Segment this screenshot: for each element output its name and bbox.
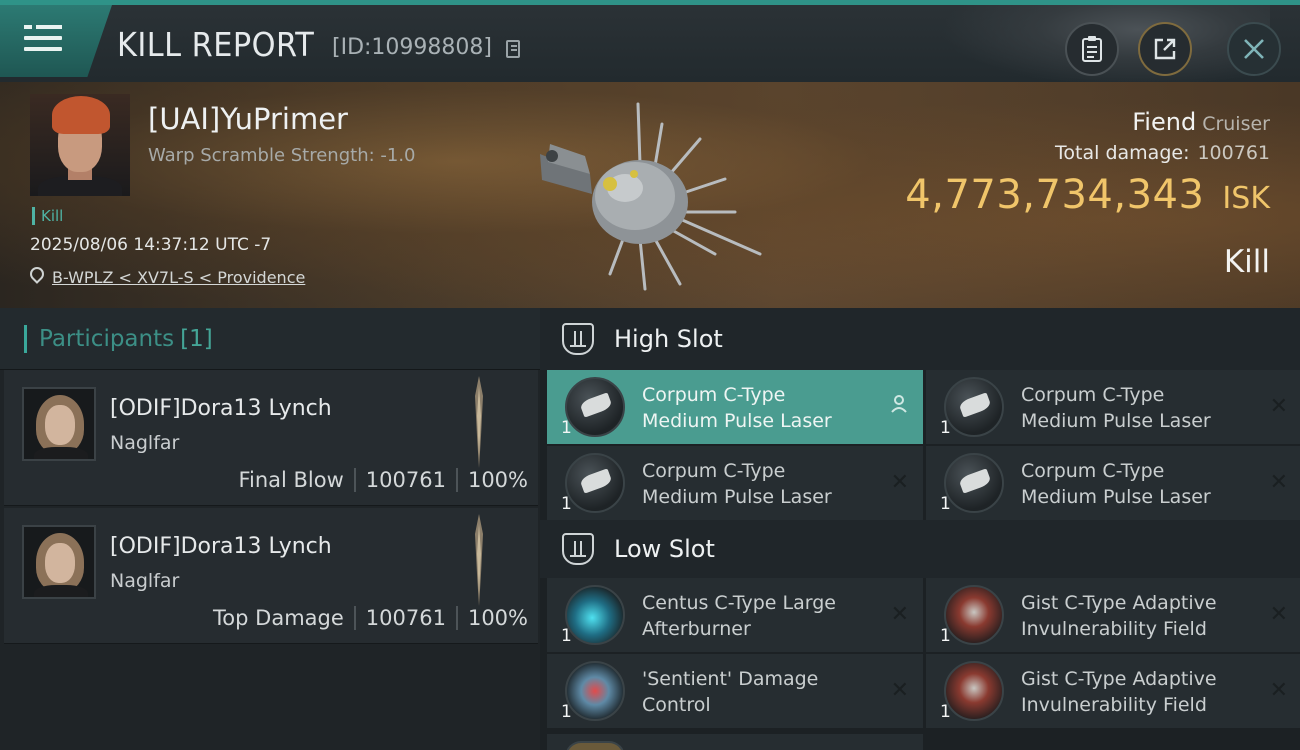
participants-header: Participants [1]: [0, 308, 540, 370]
participants-title: Participants: [39, 325, 175, 352]
total-damage: Total damage: 100761: [1055, 142, 1270, 164]
menu-icon: [24, 25, 62, 55]
module-item[interactable]: 1 Corpum C-Type Medium Pulse Laser ✕: [926, 370, 1300, 444]
fitting-panel: High Slot 1 Corpum C-Type Medium Pulse La…: [540, 308, 1300, 750]
title-bar: KILL REPORT [ID:10998808]: [0, 0, 1300, 87]
participant-name: [ODIF]Dora13 Lynch: [110, 396, 332, 421]
module-item[interactable]: 1 Gist C-Type Adaptive Invulnerability Fi…: [926, 578, 1300, 652]
kill-result: Kill: [1223, 244, 1270, 280]
destroyed-icon: ✕: [890, 602, 909, 627]
module-item[interactable]: 1 Corpum C-Type Medium Pulse Laser ✕: [926, 446, 1300, 520]
clipboard-button[interactable]: [1065, 22, 1119, 76]
module-icon: [565, 741, 625, 750]
pulse-laser-icon: [565, 453, 625, 513]
participant-percent: 100%: [467, 606, 528, 630]
participant-name: [ODIF]Dora13 Lynch: [110, 534, 332, 559]
isk-unit: ISK: [1222, 181, 1270, 216]
shield-field-icon: [944, 585, 1004, 645]
participant-avatar[interactable]: [22, 387, 96, 461]
module-quantity: 1: [561, 494, 572, 514]
module-item[interactable]: 1 Corpum C-Type Medium Pulse Laser: [547, 370, 923, 444]
participant-stats: Final Blow 100761 100%: [238, 468, 528, 492]
module-item[interactable]: 1 Gist C-Type Adaptive Invulnerability Fi…: [926, 654, 1300, 728]
low-slot-title: Low Slot: [614, 535, 715, 563]
destroyed-icon: ✕: [890, 678, 909, 703]
victim-name[interactable]: [UAI]YuPrimer: [148, 102, 348, 136]
page-title: KILL REPORT: [117, 25, 315, 64]
pulse-laser-icon: [565, 377, 625, 437]
participant-stats: Top Damage 100761 100%: [213, 606, 528, 630]
participant-ship-icon: [475, 376, 483, 468]
pulse-laser-icon: [944, 377, 1004, 437]
participant-ship: Naglfar: [110, 432, 180, 454]
destroyed-icon: ✕: [1269, 602, 1288, 627]
close-button[interactable]: [1227, 22, 1281, 76]
participant-ship: Naglfar: [110, 570, 180, 592]
report-id: [ID:10998808]: [332, 35, 492, 60]
high-slot-icon: [562, 323, 594, 355]
ship-name[interactable]: Fiend Cruiser: [1132, 108, 1270, 136]
module-quantity: 1: [940, 418, 951, 438]
module-item[interactable]: 1 Centus C-Type Large Afterburner ✕: [547, 578, 923, 652]
person-icon: [889, 394, 909, 419]
participant-avatar[interactable]: [22, 525, 96, 599]
warp-scramble-strength: Warp Scramble Strength: -1.0: [148, 145, 416, 166]
location-pin-icon: [27, 264, 47, 284]
kill-location-link[interactable]: B-WPLZ < XV7L-S < Providence: [52, 268, 305, 287]
clipboard-icon: [1082, 36, 1102, 62]
module-name: Gist C-Type Adaptive Invulnerability Fiel…: [1021, 668, 1217, 716]
victim-portrait[interactable]: [30, 94, 130, 196]
high-slot-title: High Slot: [614, 325, 723, 353]
isk-value: 4,773,734,343: [905, 172, 1205, 218]
share-button[interactable]: [1138, 22, 1192, 76]
damage-control-icon: [565, 661, 625, 721]
module-name: Corpum C-Type Medium Pulse Laser: [1021, 384, 1211, 432]
module-name: Centus C-Type Large Afterburner: [642, 592, 836, 640]
pulse-laser-icon: [944, 453, 1004, 513]
module-quantity: 1: [940, 702, 951, 722]
module-name: 'Sentient' Damage Control: [642, 668, 819, 716]
isk-value-row: 4,773,734,343 ISK: [905, 172, 1270, 218]
module-name: Gist C-Type Adaptive Invulnerability Fiel…: [1021, 592, 1217, 640]
destroyed-icon: ✕: [1269, 394, 1288, 419]
ship-class: Cruiser: [1202, 113, 1270, 135]
close-icon: [1244, 39, 1264, 59]
participant-damage: 100761: [365, 606, 446, 630]
module-item[interactable]: 1 'Sentient' Damage Control ✕: [547, 654, 923, 728]
afterburner-icon: [565, 585, 625, 645]
participants-panel: Participants [1] [ODIF]Dora13 Lynch Nagl…: [0, 308, 540, 750]
module-quantity: 1: [561, 702, 572, 722]
low-slot-header: Low Slot: [540, 520, 1300, 578]
participant-role: Top Damage: [213, 606, 344, 630]
module-name: Corpum C-Type Medium Pulse Laser: [1021, 460, 1211, 508]
high-slot-header: High Slot: [540, 308, 1300, 370]
module-quantity: 1: [561, 626, 572, 646]
share-icon: [1154, 38, 1176, 60]
low-slot-icon: [562, 533, 594, 565]
shield-field-icon: [944, 661, 1004, 721]
module-name: Corpum C-Type Medium Pulse Laser: [642, 460, 832, 508]
participant-ship-icon: [475, 514, 483, 606]
module-name: Corpum C-Type Medium Pulse Laser: [642, 384, 832, 432]
destroyed-icon: ✕: [890, 470, 909, 495]
victim-panel: [UAI]YuPrimer Warp Scramble Strength: -1…: [0, 82, 1300, 308]
participant-card[interactable]: [ODIF]Dora13 Lynch Naglfar Final Blow 10…: [4, 370, 538, 506]
module-quantity: 1: [561, 418, 572, 438]
participants-count: [1]: [180, 325, 213, 352]
menu-button[interactable]: [0, 5, 112, 77]
kill-timestamp: 2025/08/06 14:37:12 UTC -7: [30, 235, 272, 255]
participant-damage: 100761: [365, 468, 446, 492]
destroyed-icon: ✕: [1269, 678, 1288, 703]
participant-role: Final Blow: [238, 468, 344, 492]
destroyed-icon: ✕: [1269, 470, 1288, 495]
participant-percent: 100%: [467, 468, 528, 492]
module-item-partial[interactable]: [547, 734, 923, 750]
copy-icon[interactable]: [506, 40, 520, 58]
module-item[interactable]: 1 Corpum C-Type Medium Pulse Laser ✕: [547, 446, 923, 520]
module-quantity: 1: [940, 626, 951, 646]
module-quantity: 1: [940, 494, 951, 514]
kill-tag: Kill: [32, 207, 63, 225]
participant-card[interactable]: [ODIF]Dora13 Lynch Naglfar Top Damage 10…: [4, 508, 538, 644]
victim-ship-image: [540, 102, 762, 291]
